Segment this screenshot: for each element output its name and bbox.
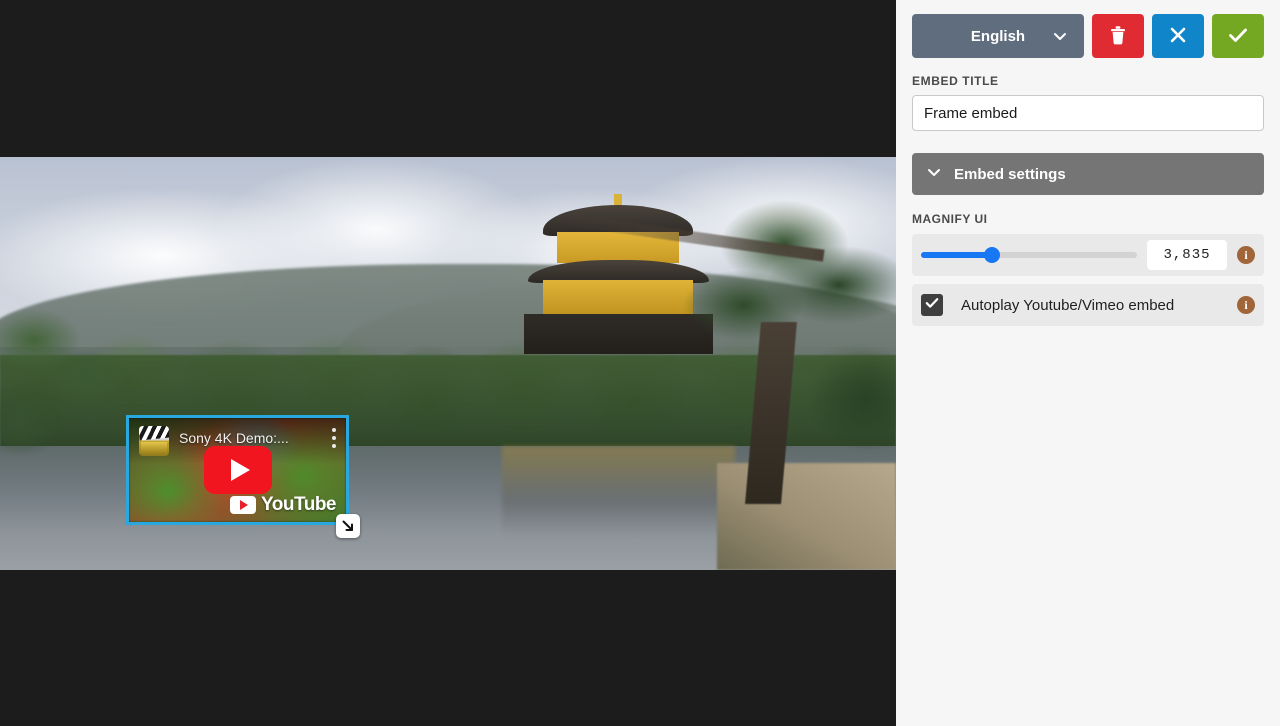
chevron-down-icon (926, 164, 942, 185)
slider-thumb[interactable] (984, 247, 1001, 263)
embed-title-label: EMBED TITLE (912, 74, 999, 88)
app-root: Sony 4K Demo:... YouTube English EMBED T… (0, 0, 1280, 726)
magnify-value-input[interactable] (1147, 240, 1227, 270)
clapperboard-icon (139, 426, 169, 456)
slider-track[interactable] (921, 247, 1137, 263)
clapperboard-stripes (139, 426, 169, 441)
media-preview-frame[interactable]: Sony 4K Demo:... YouTube (0, 157, 896, 570)
language-select-label: English (970, 27, 1026, 45)
youtube-embed-overlay[interactable]: Sony 4K Demo:... YouTube (126, 415, 349, 525)
confirm-button[interactable] (1212, 14, 1264, 58)
autoplay-checkbox[interactable] (921, 294, 943, 316)
close-x-icon (1168, 25, 1188, 48)
magnify-ui-row: i (912, 234, 1264, 276)
chevron-down-icon (1052, 28, 1068, 44)
youtube-wordmark: YouTube (230, 494, 336, 516)
info-icon[interactable]: i (1237, 296, 1255, 314)
checkmark-icon (925, 296, 939, 314)
sidebar-toolbar: English (912, 14, 1264, 58)
canvas-area[interactable]: Sony 4K Demo:... YouTube (0, 0, 896, 726)
clapperboard-plate (141, 441, 167, 455)
youtube-video-title: Sony 4K Demo:... (179, 430, 289, 446)
play-button-icon[interactable] (203, 446, 272, 494)
magnify-slider[interactable] (921, 247, 1137, 263)
settings-sidebar: English EMBED TITLE Frame embed Embed se… (896, 0, 1280, 726)
embed-title-input[interactable] (912, 95, 1264, 131)
autoplay-row: Autoplay Youtube/Vimeo embed i (912, 284, 1264, 326)
cancel-button[interactable] (1152, 14, 1204, 58)
trash-icon (1108, 24, 1128, 49)
youtube-wordmark-text: YouTube (261, 494, 336, 515)
more-vertical-icon[interactable] (332, 428, 336, 448)
resize-diagonal-icon[interactable] (336, 514, 360, 538)
embed-settings-header[interactable]: Embed settings (912, 153, 1264, 195)
magnify-ui-label: MAGNIFY UI (912, 212, 988, 226)
checkmark-icon (1227, 25, 1249, 48)
slider-fill (921, 252, 993, 258)
language-select[interactable]: English (912, 14, 1084, 58)
embed-settings-title: Embed settings (954, 165, 1066, 183)
youtube-play-badge-icon (230, 496, 257, 514)
delete-button[interactable] (1092, 14, 1144, 58)
autoplay-label: Autoplay Youtube/Vimeo embed (961, 296, 1175, 314)
info-icon[interactable]: i (1237, 246, 1255, 264)
